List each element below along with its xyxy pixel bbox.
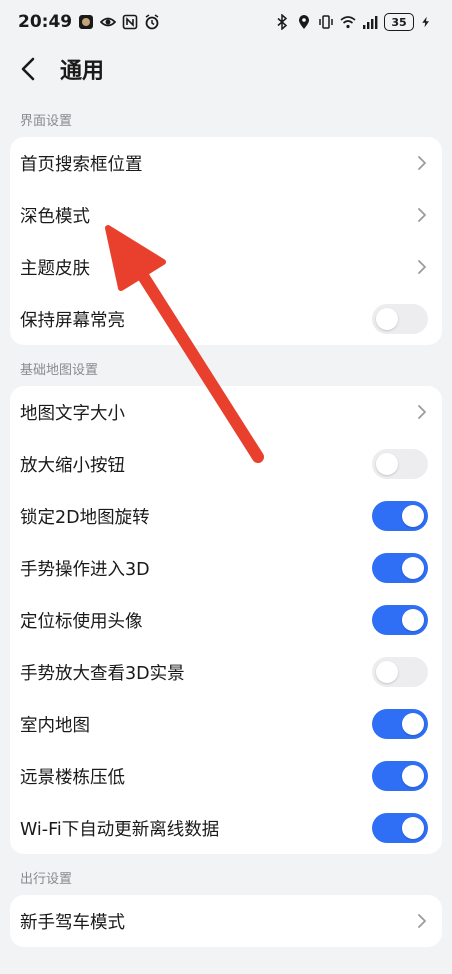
settings-row-label: 手势操作进入3D xyxy=(20,559,150,580)
settings-row[interactable]: 保持屏幕常亮 xyxy=(10,293,442,345)
wifi-icon xyxy=(340,14,356,30)
settings-row[interactable]: 新手驾车模式 xyxy=(10,895,442,947)
settings-row[interactable]: 深色模式 xyxy=(10,189,442,241)
settings-row-label: 深色模式 xyxy=(20,206,90,227)
settings-card: 新手驾车模式 xyxy=(10,895,442,947)
battery-indicator: 35 xyxy=(384,13,414,31)
settings-row[interactable]: Wi-Fi下自动更新离线数据 xyxy=(10,802,442,854)
section-label: 界面设置 xyxy=(20,114,73,129)
status-bar: 20:49 35 xyxy=(0,0,452,44)
settings-row-label: 手势放大查看3D实景 xyxy=(20,663,185,684)
toggle-knob xyxy=(376,308,398,330)
chevron-right-icon xyxy=(416,913,428,929)
toggle-switch[interactable] xyxy=(372,761,428,791)
vibrate-icon xyxy=(318,14,334,30)
bluetooth-icon xyxy=(274,13,290,31)
page-title: 通用 xyxy=(60,59,105,84)
settings-row[interactable]: 放大缩小按钮 xyxy=(10,438,442,490)
settings-row[interactable]: 室内地图 xyxy=(10,698,442,750)
settings-list: 界面设置首页搜索框位置 深色模式主题皮肤保持屏幕常亮基础地图设置地图文字大小 放大缩… xyxy=(0,100,452,947)
settings-row-label: 定位标使用头像 xyxy=(20,611,143,632)
toggle-switch[interactable] xyxy=(372,813,428,843)
toggle-switch[interactable] xyxy=(372,449,428,479)
chevron-right-icon xyxy=(416,404,428,420)
toggle-switch[interactable] xyxy=(372,501,428,531)
back-arrow-icon[interactable] xyxy=(18,55,46,83)
toggle-knob xyxy=(376,661,398,683)
settings-row-label: 远景楼栋压低 xyxy=(20,767,125,788)
settings-row[interactable]: 定位标使用头像 xyxy=(10,594,442,646)
settings-row-label: 首页搜索框位置 xyxy=(20,154,143,175)
settings-row-label: 新手驾车模式 xyxy=(20,912,125,933)
toggle-knob xyxy=(402,557,424,579)
settings-row[interactable]: 地图文字大小 xyxy=(10,386,442,438)
settings-row-label: 室内地图 xyxy=(20,715,90,736)
location-icon xyxy=(296,14,312,30)
chevron-right-icon xyxy=(416,155,428,171)
toggle-switch[interactable] xyxy=(372,553,428,583)
settings-row[interactable]: 手势操作进入3D xyxy=(10,542,442,594)
section-label: 出行设置 xyxy=(20,872,73,887)
alarm-icon xyxy=(144,14,160,30)
settings-row-label: 锁定2D地图旋转 xyxy=(20,507,150,528)
toggle-switch[interactable] xyxy=(372,304,428,334)
settings-card: 首页搜索框位置 深色模式主题皮肤保持屏幕常亮 xyxy=(10,137,442,345)
nfc-icon xyxy=(122,14,138,30)
toggle-knob xyxy=(402,765,424,787)
toggle-switch[interactable] xyxy=(372,709,428,739)
section-label: 基础地图设置 xyxy=(20,363,99,378)
settings-row-label: 地图文字大小 xyxy=(20,403,125,424)
toggle-switch[interactable] xyxy=(372,605,428,635)
toggle-switch[interactable] xyxy=(372,657,428,687)
toggle-knob xyxy=(376,453,398,475)
charging-icon xyxy=(420,14,436,30)
avatar-badge-icon xyxy=(78,14,94,30)
settings-row[interactable]: 首页搜索框位置 xyxy=(10,137,442,189)
toggle-knob xyxy=(402,505,424,527)
settings-row[interactable]: 锁定2D地图旋转 xyxy=(10,490,442,542)
settings-row[interactable]: 手势放大查看3D实景 xyxy=(10,646,442,698)
chevron-right-icon xyxy=(416,207,428,223)
settings-row-label: Wi-Fi下自动更新离线数据 xyxy=(20,819,220,840)
settings-card: 地图文字大小 放大缩小按钮锁定2D地图旋转 手势操作进入3D 定位标使用头像手势放大查… xyxy=(10,386,442,854)
chevron-right-icon xyxy=(416,259,428,275)
eye-icon xyxy=(99,14,117,30)
settings-row-label: 保持屏幕常亮 xyxy=(20,310,125,331)
toggle-knob xyxy=(402,817,424,839)
toggle-knob xyxy=(402,609,424,631)
page-header: 通用 xyxy=(0,44,452,94)
clock: 20:49 xyxy=(18,12,73,32)
settings-row-label: 放大缩小按钮 xyxy=(20,455,125,476)
settings-row[interactable]: 主题皮肤 xyxy=(10,241,442,293)
signal-icon xyxy=(362,14,378,30)
settings-row[interactable]: 远景楼栋压低 xyxy=(10,750,442,802)
toggle-knob xyxy=(402,713,424,735)
settings-row-label: 主题皮肤 xyxy=(20,258,90,279)
